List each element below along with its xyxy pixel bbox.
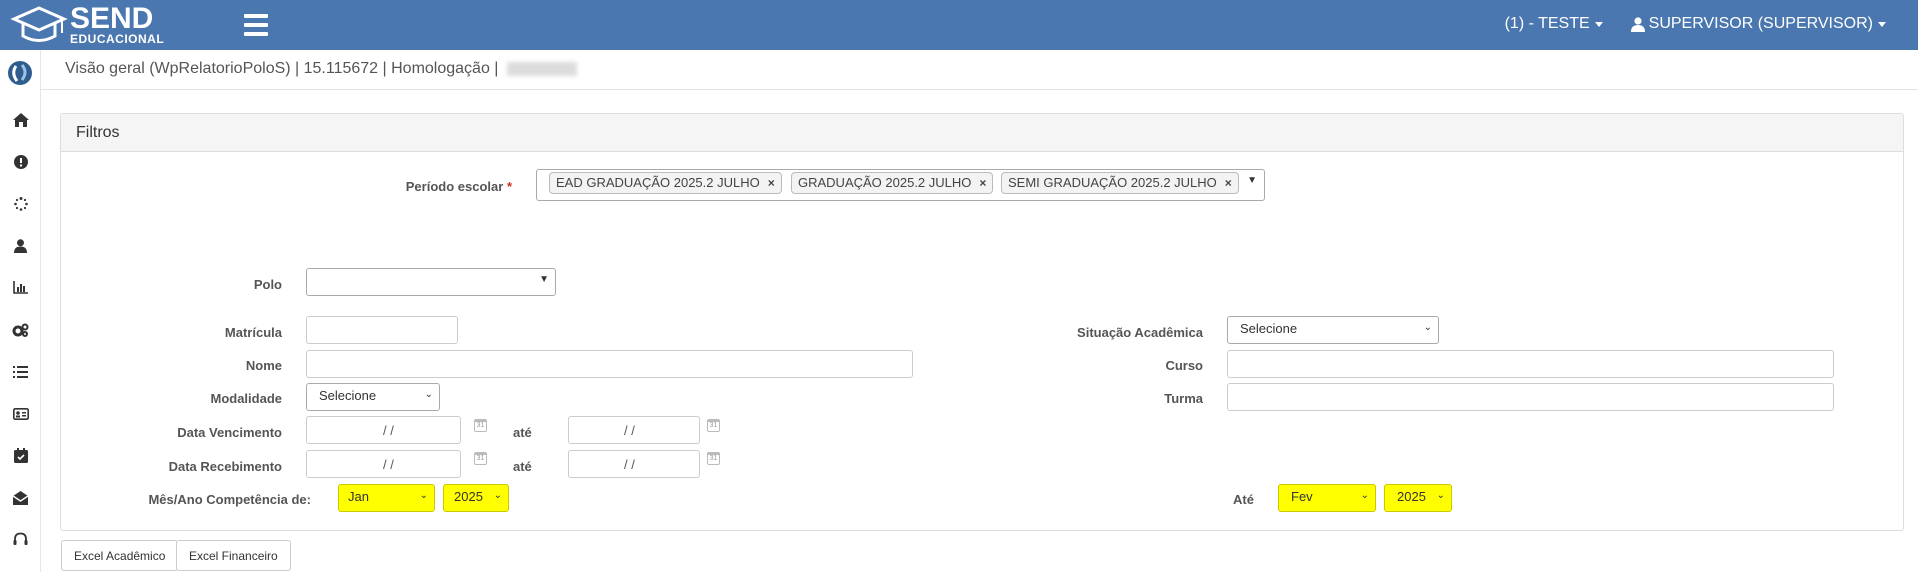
nome-input[interactable] [306,350,913,378]
breadcrumb: Visão geral (WpRelatorioPoloS) | 15.1156… [65,60,577,78]
competencia-de-label: Mês/Ano Competência de: [148,492,311,507]
menu-toggle-icon[interactable] [244,14,268,36]
spinner-icon[interactable] [11,194,30,213]
logo-subtitle: EDUCACIONAL [70,32,165,46]
competencia-to-month-value: Fev [1291,489,1313,504]
ate-label: até [513,459,532,474]
situacao-academica-value: Selecione [1240,321,1298,336]
situacao-academica-label: Situação Acadêmica [1077,325,1203,340]
turma-label: Turma [1164,391,1203,406]
matricula-label: Matrícula [224,325,282,340]
calendar-icon[interactable]: 31 [474,419,487,432]
caret-down-icon [1594,21,1603,27]
top-navbar: SEND EDUCACIONAL (1) - TESTE SUPERVISOR … [0,0,1918,50]
date-mask: / / [383,457,394,472]
chevron-down-icon: ⌄ [1360,490,1369,501]
data-recebimento-to-input[interactable]: / / [568,450,700,478]
user-dropdown[interactable]: SUPERVISOR (SUPERVISOR) [1630,15,1886,33]
chevron-down-icon: ⌄ [1436,490,1445,501]
calendar-check-icon[interactable] [11,446,30,465]
user-icon[interactable] [11,236,30,255]
remove-tag-icon[interactable]: × [768,176,775,190]
breadcrumb-text: Visão geral (WpRelatorioPoloS) | 15.1156… [65,60,499,77]
remove-tag-icon[interactable]: × [1225,176,1232,190]
data-recebimento-from-input[interactable]: / / [306,450,461,478]
ate-label: até [513,425,532,440]
date-mask: / / [624,457,635,472]
data-vencimento-to-input[interactable]: / / [568,416,700,444]
periodo-tag: GRADUAÇÃO 2025.2 JULHO × [791,172,994,194]
bar-chart-icon[interactable] [11,278,30,297]
competencia-to-year-value: 2025 [1397,489,1426,504]
caret-down-icon [1878,21,1886,27]
logo-title: SEND [70,2,154,35]
date-mask: / / [383,423,394,438]
modalidade-select[interactable]: Selecione ⌄ [306,383,440,411]
blurred-environment-name [506,61,577,76]
panel-title: Filtros [61,114,1903,152]
data-recebimento-label: Data Recebimento [168,459,282,474]
periodo-label-text: Período escolar [405,179,504,194]
unit-dropdown-label: (1) - TESTE [1504,15,1590,32]
list-icon[interactable] [11,362,30,381]
periodo-label: Período escolar * [360,179,512,194]
curso-label: Curso [1165,358,1203,373]
home-icon[interactable] [11,110,30,129]
chevron-down-icon: ⌄ [1423,322,1432,333]
user-icon [1630,16,1645,32]
data-vencimento-label: Data Vencimento [177,425,282,440]
unit-dropdown[interactable]: (1) - TESTE [1505,15,1603,33]
periodo-tag-label: EAD GRADUAÇÃO 2025.2 JULHO [556,175,760,190]
dropdown-arrow-icon[interactable]: ▼ [1247,175,1257,186]
turma-input[interactable] [1227,383,1834,411]
headset-icon[interactable] [11,530,30,549]
competencia-ate-label: Até [1233,492,1254,507]
periodo-tag: EAD GRADUAÇÃO 2025.2 JULHO × [549,172,782,194]
competencia-to-month-select[interactable]: Fev ⌄ [1278,484,1376,512]
competencia-from-month-value: Jan [348,489,369,504]
excel-academico-button[interactable]: Excel Acadêmico [61,540,179,571]
sidebar [0,50,41,572]
periodo-tag-label: SEMI GRADUAÇÃO 2025.2 JULHO [1008,175,1217,190]
required-mark: * [506,179,512,194]
calendar-icon[interactable]: 31 [707,452,720,465]
chevron-down-icon: ⌄ [424,389,433,400]
modalidade-select-value: Selecione [319,388,377,403]
competencia-from-year-value: 2025 [454,489,483,504]
breadcrumb-bar: Visão geral (WpRelatorioPoloS) | 15.1156… [41,50,1918,90]
date-mask: / / [624,423,635,438]
graduation-cap-icon [10,5,68,42]
periodo-tag: SEMI GRADUAÇÃO 2025.2 JULHO × [1001,172,1239,194]
competencia-from-month-select[interactable]: Jan ⌄ [338,484,435,512]
competencia-to-year-select[interactable]: 2025 ⌄ [1384,484,1452,512]
situacao-academica-select[interactable]: Selecione ⌄ [1227,316,1439,344]
nome-label: Nome [245,358,282,373]
polo-select[interactable]: ▼ [306,268,556,296]
modalidade-label: Modalidade [210,391,282,406]
data-vencimento-from-input[interactable]: / / [306,416,461,444]
id-card-icon[interactable] [11,404,30,423]
calendar-icon[interactable]: 31 [707,419,720,432]
envelope-open-icon[interactable] [11,488,30,507]
calendar-icon[interactable]: 31 [474,452,487,465]
user-dropdown-label: SUPERVISOR (SUPERVISOR) [1648,15,1873,32]
chevron-down-icon: ⌄ [419,490,428,501]
periodo-tag-label: GRADUAÇÃO 2025.2 JULHO [798,175,972,190]
send-logo[interactable]: SEND EDUCACIONAL [10,4,164,45]
polo-label: Polo [253,277,282,292]
dropdown-arrow-icon: ▼ [539,274,549,285]
alert-icon[interactable] [11,152,30,171]
competencia-from-year-select[interactable]: 2025 ⌄ [443,484,509,512]
chevron-down-icon: ⌄ [493,490,502,501]
app-logo-icon[interactable] [7,60,33,86]
gears-icon[interactable] [11,320,30,339]
matricula-input[interactable] [306,316,458,344]
curso-input[interactable] [1227,350,1834,378]
remove-tag-icon[interactable]: × [979,176,986,190]
excel-financeiro-button[interactable]: Excel Financeiro [176,540,291,571]
